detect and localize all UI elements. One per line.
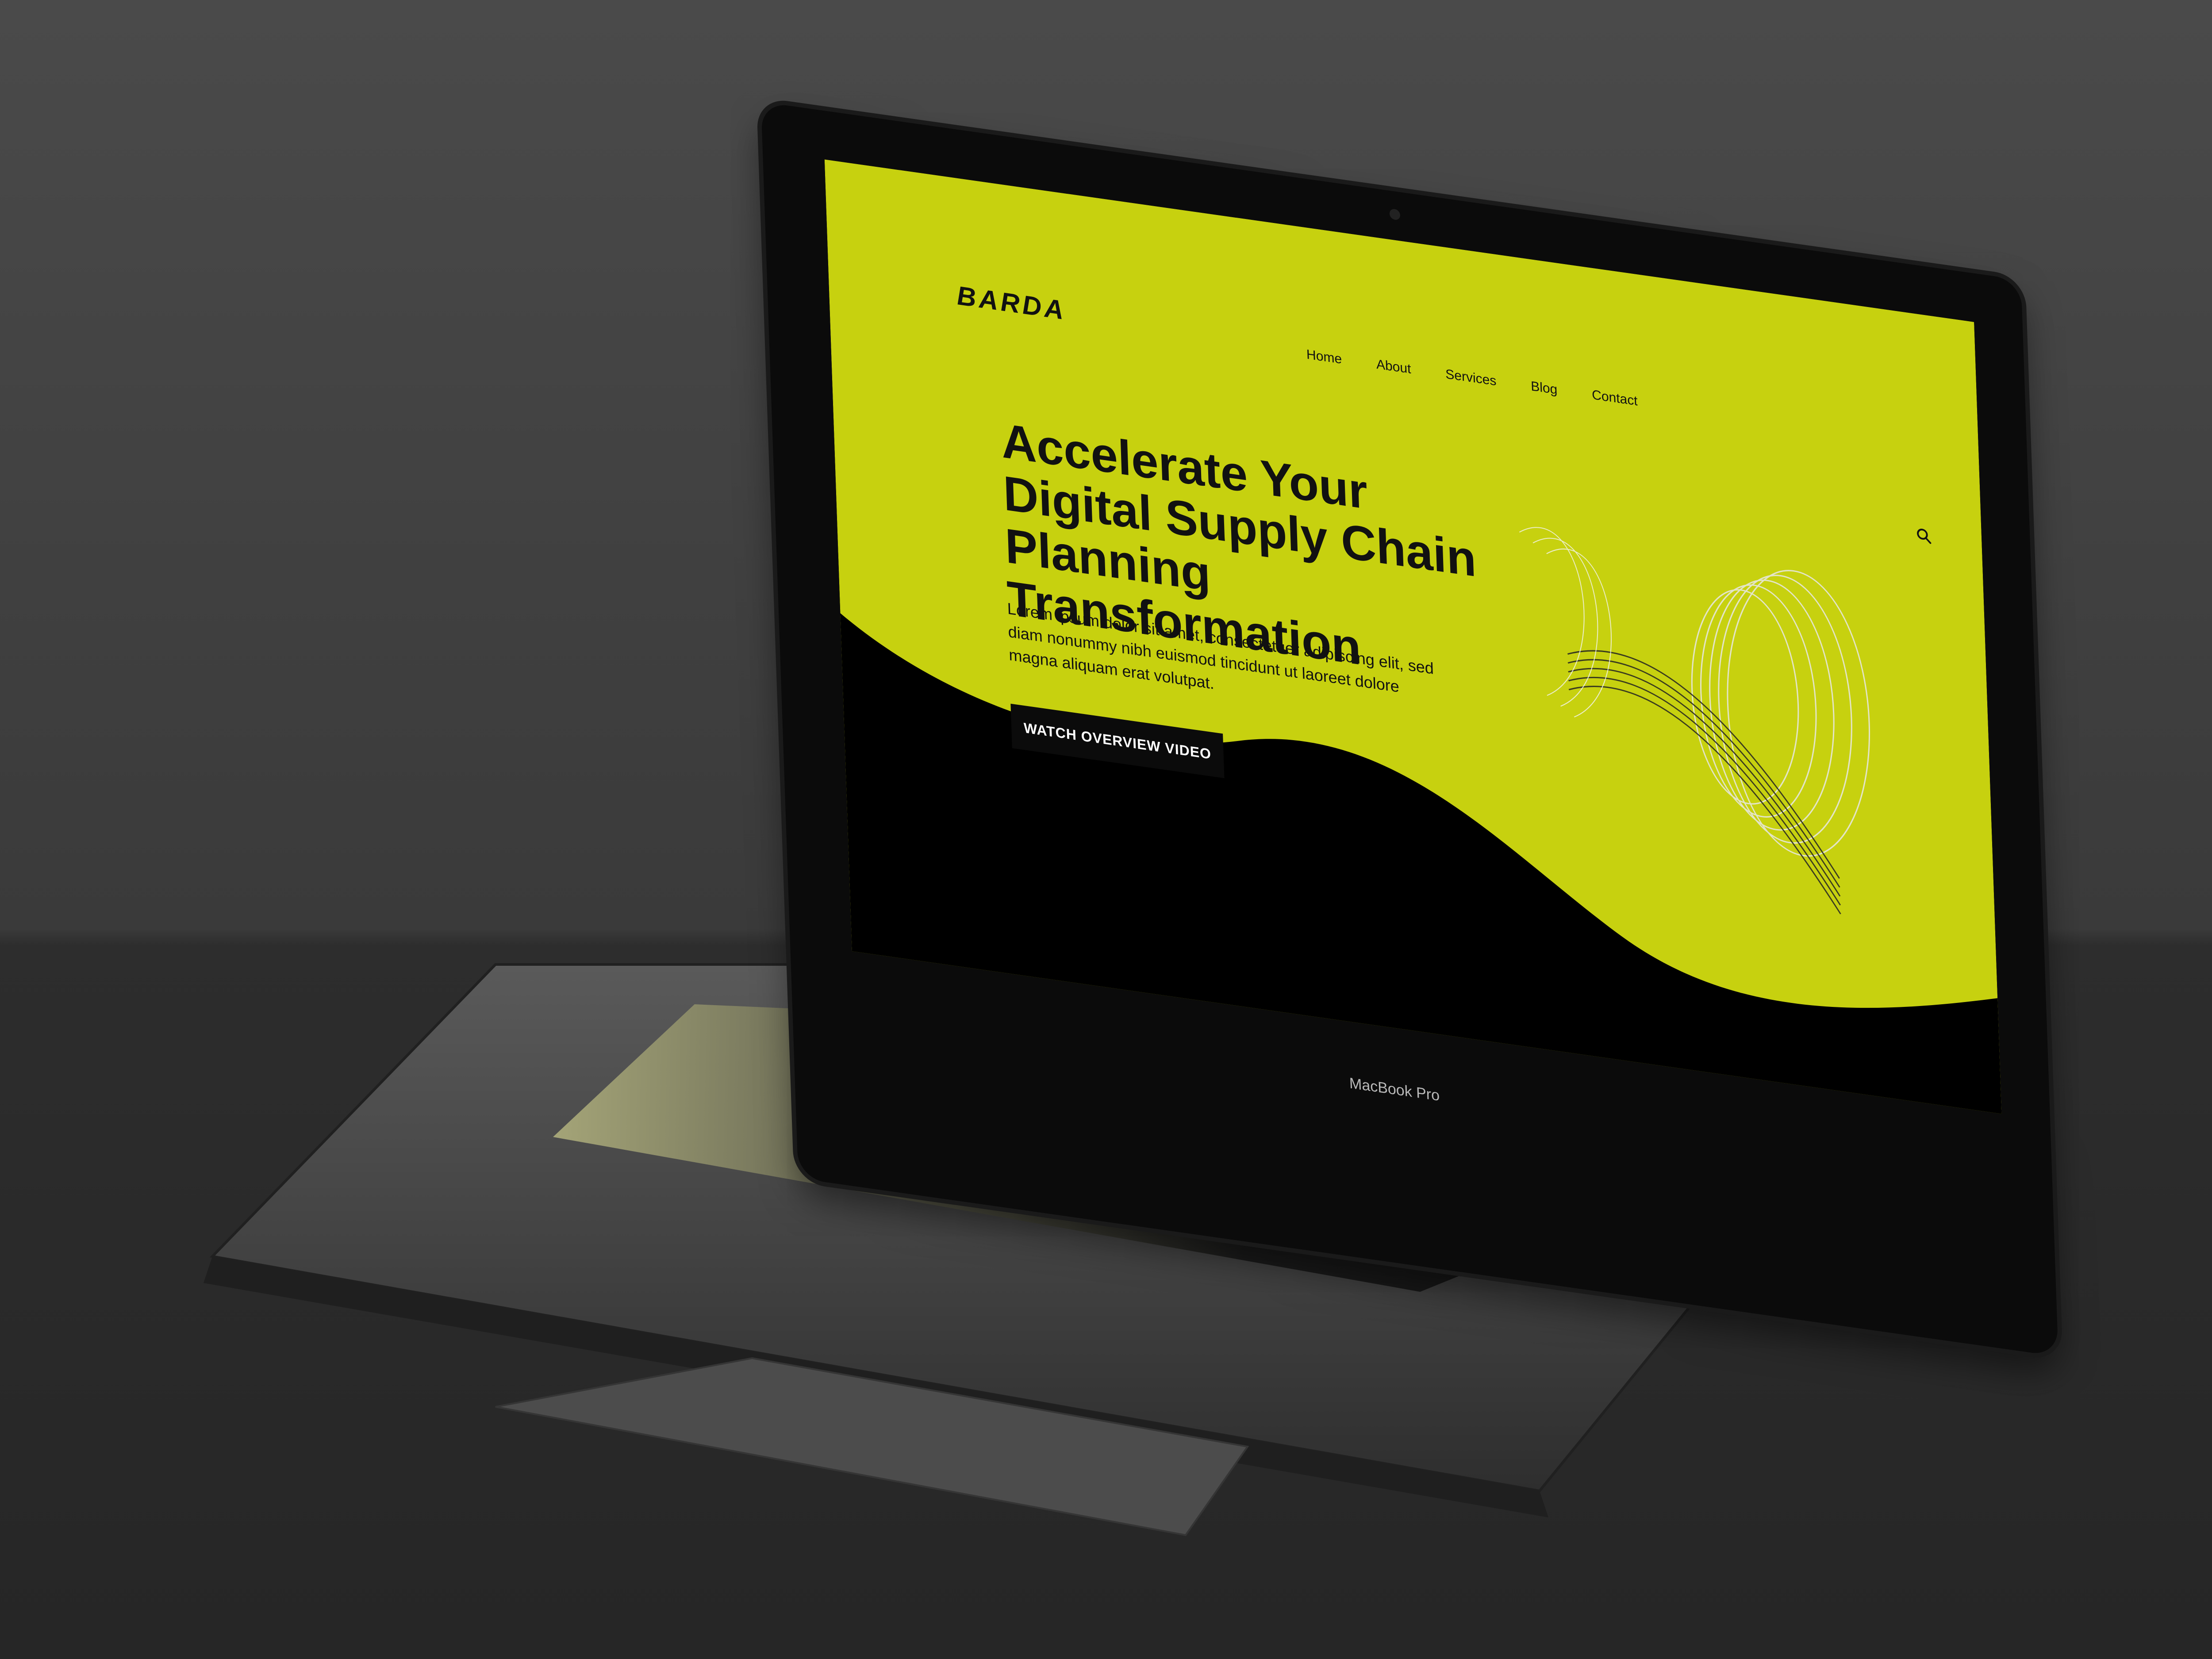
laptop-mockup-scene: BARDA Home About Services Blog Contact A… <box>0 0 2212 1659</box>
laptop-lid: BARDA Home About Services Blog Contact A… <box>761 102 2058 1357</box>
website-hero: BARDA Home About Services Blog Contact A… <box>824 159 2002 1114</box>
device-label: MacBook Pro <box>1349 1075 1440 1105</box>
laptop-screen: BARDA Home About Services Blog Contact A… <box>824 159 2002 1114</box>
webcam-icon <box>1389 208 1401 221</box>
search-icon[interactable] <box>1915 526 1932 545</box>
